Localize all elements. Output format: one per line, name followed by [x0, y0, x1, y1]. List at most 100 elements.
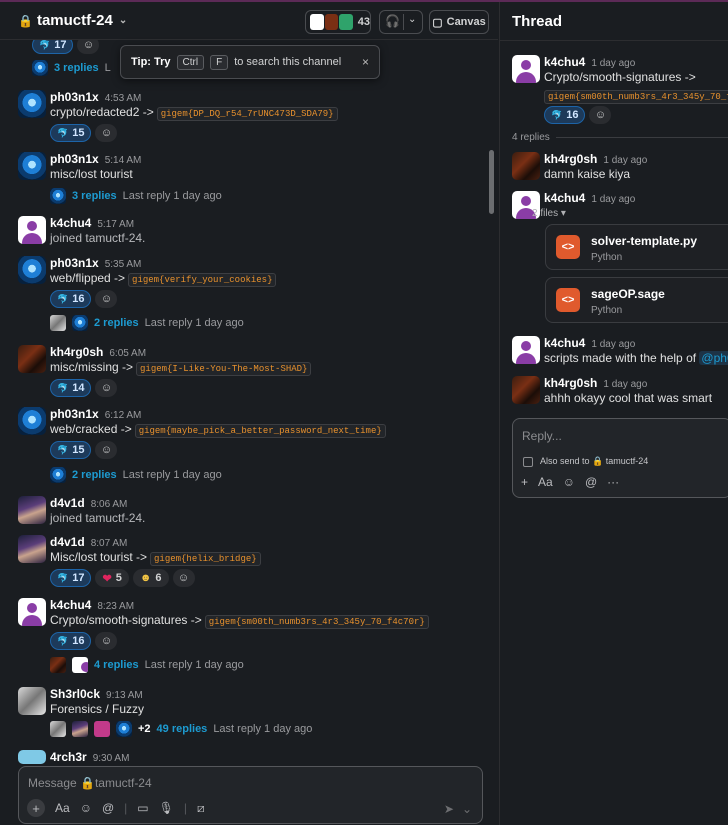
- video-icon[interactable]: ▭: [137, 801, 148, 815]
- author[interactable]: k4chu4: [50, 598, 91, 612]
- author[interactable]: k4chu4: [544, 191, 585, 205]
- slash-icon[interactable]: ⧄: [197, 801, 205, 816]
- send-icon[interactable]: ➤: [444, 802, 454, 816]
- more-icon[interactable]: ···: [607, 475, 619, 489]
- timestamp[interactable]: 1 day ago: [591, 194, 635, 205]
- format-icon[interactable]: Aa: [55, 801, 70, 815]
- author[interactable]: ph03n1x: [50, 256, 99, 270]
- timestamp[interactable]: 6:05 AM: [109, 348, 146, 359]
- reaction-pill[interactable]: ☻ 6: [132, 569, 169, 587]
- huddle-button[interactable]: 🎧 ⌄: [379, 10, 423, 34]
- reaction-pill[interactable]: 🐬 17: [50, 569, 92, 587]
- avatar[interactable]: [18, 687, 46, 715]
- avatar[interactable]: [512, 376, 540, 404]
- add-reaction-icon[interactable]: ☺: [95, 379, 118, 397]
- author[interactable]: k4chu4: [544, 55, 585, 69]
- author[interactable]: 4rch3r: [50, 750, 87, 764]
- mention-icon[interactable]: @: [102, 801, 114, 815]
- timestamp[interactable]: 8:06 AM: [91, 499, 128, 510]
- reaction-pill[interactable]: ❤ 5: [95, 569, 129, 587]
- author[interactable]: ph03n1x: [50, 407, 99, 421]
- avatar[interactable]: [18, 496, 46, 524]
- timestamp[interactable]: 1 day ago: [591, 339, 635, 350]
- add-reaction-icon[interactable]: ☺: [95, 290, 118, 308]
- message-input[interactable]: Message 🔒tamuctf-24: [28, 776, 152, 790]
- avatar[interactable]: [18, 216, 46, 244]
- timestamp[interactable]: 5:14 AM: [105, 155, 142, 166]
- avatar[interactable]: [18, 598, 46, 626]
- avatar[interactable]: [512, 55, 540, 83]
- avatar[interactable]: [18, 152, 46, 180]
- author[interactable]: ph03n1x: [50, 152, 99, 166]
- emoji-icon[interactable]: ☺: [563, 475, 575, 489]
- emoji-icon[interactable]: ☺: [80, 801, 92, 815]
- add-reaction-icon[interactable]: ☺: [95, 632, 118, 650]
- replies-link[interactable]: 49 replies: [157, 723, 208, 735]
- file-attachment[interactable]: <> solver-template.py Python: [545, 224, 728, 270]
- reaction-pill[interactable]: 🐬 14: [50, 379, 92, 397]
- author[interactable]: k4chu4: [50, 216, 91, 230]
- thread-replies[interactable]: 2 replies Last reply 1 day ago: [50, 467, 222, 483]
- plus-icon[interactable]: +: [521, 475, 528, 489]
- reaction-pill[interactable]: 🐬 15: [50, 441, 92, 459]
- author[interactable]: d4v1d: [50, 496, 85, 510]
- author[interactable]: k4chu4: [544, 336, 585, 350]
- channel-title-button[interactable]: 🔒 tamuctf-24 ⌄: [18, 12, 127, 29]
- format-icon[interactable]: Aa: [538, 475, 553, 489]
- author[interactable]: kh4rg0sh: [50, 345, 103, 359]
- reaction-pill[interactable]: 🐬 16: [50, 632, 92, 650]
- avatar[interactable]: [18, 407, 46, 435]
- reaction-pill[interactable]: 🐬 16: [544, 106, 586, 124]
- user-mention[interactable]: @ph03n: [699, 351, 728, 365]
- file-attachment[interactable]: <> sageOP.sage Python: [545, 277, 728, 323]
- author[interactable]: kh4rg0sh: [544, 376, 597, 390]
- timestamp[interactable]: 9:13 AM: [106, 690, 143, 701]
- thread-replies[interactable]: +2 49 replies Last reply 1 day ago: [50, 721, 312, 737]
- mic-icon[interactable]: 🎙: [159, 801, 174, 815]
- timestamp[interactable]: 6:12 AM: [105, 410, 142, 421]
- chevron-down-icon[interactable]: ⌄: [462, 802, 472, 816]
- reaction-pill[interactable]: 🐬 15: [50, 124, 92, 142]
- timestamp[interactable]: 1 day ago: [591, 58, 635, 69]
- add-reaction-icon[interactable]: ☺: [95, 441, 118, 459]
- reply-input[interactable]: Reply...: [522, 429, 562, 443]
- timestamp[interactable]: 8:23 AM: [97, 601, 134, 612]
- author[interactable]: Sh3rl0ck: [50, 687, 100, 701]
- add-reaction-icon[interactable]: ☺: [95, 124, 118, 142]
- add-reaction-icon[interactable]: ☺: [172, 569, 195, 587]
- avatar[interactable]: [18, 535, 46, 563]
- reply-composer[interactable]: Reply... Also send to 🔒 tamuctf-24 + Aa …: [512, 418, 728, 498]
- timestamp[interactable]: 1 day ago: [603, 155, 647, 166]
- reaction-pill[interactable]: 🐬 16: [50, 290, 92, 308]
- also-send-checkbox[interactable]: [523, 456, 533, 467]
- author[interactable]: kh4rg0sh: [544, 152, 597, 166]
- chevron-down-icon[interactable]: ⌄: [408, 14, 416, 25]
- avatar[interactable]: [18, 256, 46, 284]
- plus-icon[interactable]: +: [27, 799, 45, 817]
- avatar[interactable]: [512, 336, 540, 364]
- timestamp[interactable]: 8:07 AM: [91, 538, 128, 549]
- canvas-button[interactable]: ▢ Canvas: [429, 10, 489, 34]
- replies-link[interactable]: 3 replies: [72, 190, 117, 202]
- avatar[interactable]: [18, 90, 46, 118]
- add-reaction-icon[interactable]: ☺: [589, 106, 612, 124]
- avatar[interactable]: [512, 152, 540, 180]
- thread-replies[interactable]: 3 replies Last reply 1 day ago: [50, 188, 222, 204]
- thread-replies[interactable]: 4 replies Last reply 1 day ago: [50, 657, 244, 673]
- members-button[interactable]: 43: [305, 10, 371, 34]
- replies-link[interactable]: 2 replies: [72, 469, 117, 481]
- scrollbar[interactable]: [489, 150, 494, 214]
- close-icon[interactable]: ×: [362, 55, 369, 69]
- timestamp[interactable]: 1 day ago: [603, 379, 647, 390]
- timestamp[interactable]: 4:53 AM: [105, 93, 142, 104]
- thread-replies[interactable]: 3 replies L: [32, 60, 111, 76]
- also-send-option[interactable]: Also send to 🔒 tamuctf-24: [523, 456, 648, 467]
- avatar[interactable]: [18, 750, 46, 764]
- replies-link[interactable]: 3 replies: [54, 62, 99, 74]
- files-toggle[interactable]: 2 files ▾: [532, 208, 566, 219]
- thread-replies[interactable]: 2 replies Last reply 1 day ago: [50, 315, 244, 331]
- author[interactable]: d4v1d: [50, 535, 85, 549]
- message-composer[interactable]: Message 🔒tamuctf-24 + Aa ☺ @ | ▭ 🎙 | ⧄ ➤…: [18, 766, 483, 824]
- author[interactable]: ph03n1x: [50, 90, 99, 104]
- timestamp[interactable]: 5:35 AM: [105, 259, 142, 270]
